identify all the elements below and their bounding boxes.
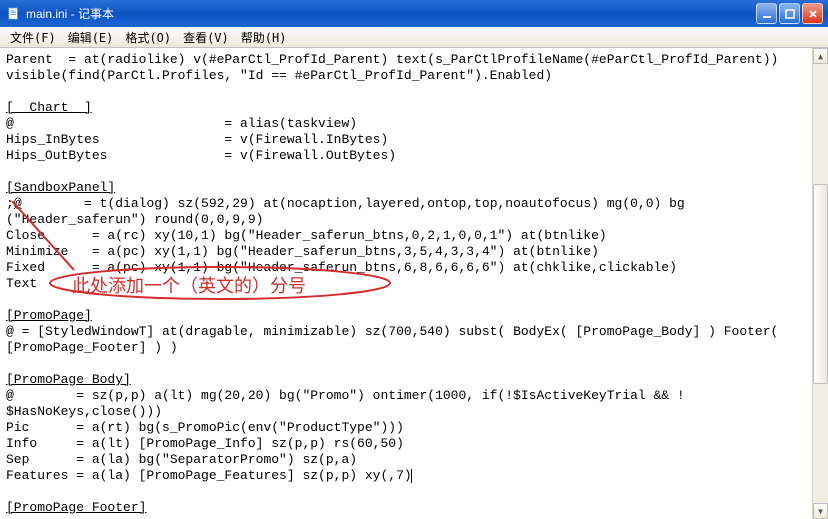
editor-line: ("Header_saferun") round(0,0,9,9) [6, 212, 822, 228]
editor-line: $HasNoKeys,close())) [6, 404, 822, 420]
editor-line: Minimize = a(pc) xy(1,1) bg("Header_safe… [6, 244, 822, 260]
editor-line: Parent = at(radiolike) v(#eParCtl_ProfId… [6, 52, 822, 68]
scroll-up-button[interactable]: ▲ [813, 48, 828, 64]
text-editor[interactable]: Parent = at(radiolike) v(#eParCtl_ProfId… [0, 48, 828, 519]
editor-line: Sep = a(la) bg("SeparatorPromo") sz(p,a) [6, 452, 822, 468]
text-cursor [411, 469, 412, 483]
editor-line [6, 484, 822, 500]
menu-view[interactable]: 查看(V) [177, 27, 235, 48]
editor-line [6, 164, 822, 180]
menu-file[interactable]: 文件(F) [4, 27, 62, 48]
editor-line [6, 292, 822, 308]
menu-bar: 文件(F) 编辑(E) 格式(O) 查看(V) 帮助(H) [0, 27, 828, 48]
menu-format[interactable]: 格式(O) [119, 27, 177, 48]
editor-line [6, 84, 822, 100]
close-button[interactable] [802, 3, 823, 24]
editor-line: Fixed = a(pc) xy(1,1) bg("Header_saferun… [6, 260, 822, 276]
editor-line: @ = [StyledWindowT] at(dragable, minimiz… [6, 324, 822, 340]
editor-line: Hips_InBytes = v(Firewall.InBytes) [6, 132, 822, 148]
editor-line: Info = a(lt) [PromoPage_Info] sz(p,p) rs… [6, 436, 822, 452]
editor-line: [PromoPage_Body] [6, 372, 822, 388]
editor-line [6, 356, 822, 372]
maximize-button[interactable] [779, 3, 800, 24]
editor-line: [PromoPage_Footer] ) ) [6, 340, 822, 356]
editor-line: Features = a(la) [PromoPage_Features] sz… [6, 468, 822, 484]
editor-line: ;@ = t(dialog) sz(592,29) at(nocaption,l… [6, 196, 822, 212]
menu-edit[interactable]: 编辑(E) [62, 27, 120, 48]
editor-line: @ = alias(taskview) [6, 116, 822, 132]
scroll-down-button[interactable]: ▼ [813, 503, 828, 519]
minimize-button[interactable] [756, 3, 777, 24]
editor-line: @ = sz(p,p) a(lt) mg(20,20) bg("Promo") … [6, 388, 822, 404]
scroll-thumb[interactable] [813, 184, 828, 384]
editor-line: Text [6, 276, 822, 292]
window-title: main.ini - 记事本 [26, 5, 756, 22]
editor-line: Close = a(rc) xy(10,1) bg("Header_saferu… [6, 228, 822, 244]
editor-line: Pic = a(rt) bg(s_PromoPic(env("ProductTy… [6, 420, 822, 436]
vertical-scrollbar[interactable]: ▲ ▼ [812, 48, 828, 519]
editor-line: [SandboxPanel] [6, 180, 822, 196]
editor-line: Hips_OutBytes = v(Firewall.OutBytes) [6, 148, 822, 164]
notepad-file-icon [6, 6, 22, 22]
window-titlebar: main.ini - 记事本 [0, 0, 828, 27]
editor-line: [PromoPage] [6, 308, 822, 324]
editor-line: [PromoPage_Footer] [6, 500, 822, 516]
editor-line: [__Chart__] [6, 100, 822, 116]
window-control-buttons [756, 3, 826, 24]
menu-help[interactable]: 帮助(H) [235, 27, 293, 48]
editor-line: visible(find(ParCtl.Profiles, "Id == #eP… [6, 68, 822, 84]
